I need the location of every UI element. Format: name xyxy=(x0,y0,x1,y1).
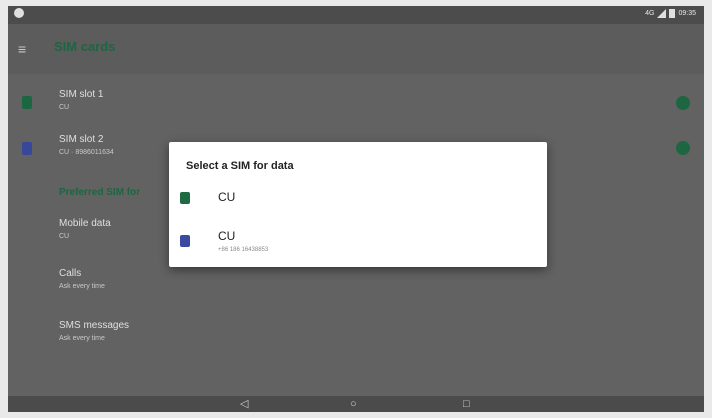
dialog-option-sim-1[interactable]: CU xyxy=(169,180,547,216)
sim-card-icon xyxy=(180,192,190,204)
option-number: +86 186 16438853 xyxy=(218,247,269,253)
option-name: CU xyxy=(218,190,236,204)
dialog-option-sim-2[interactable]: CU +86 186 16438853 xyxy=(169,223,547,259)
dialog-title: Select a SIM for data xyxy=(186,160,294,172)
option-name: CU xyxy=(218,229,236,243)
select-sim-dialog: Select a SIM for data CU CU +86 186 1643… xyxy=(169,142,547,267)
sim-card-icon xyxy=(180,235,190,247)
android-screen: 4G 09:35 ≡ SIM cards SIM slot 1 CU SIM s… xyxy=(8,6,704,412)
